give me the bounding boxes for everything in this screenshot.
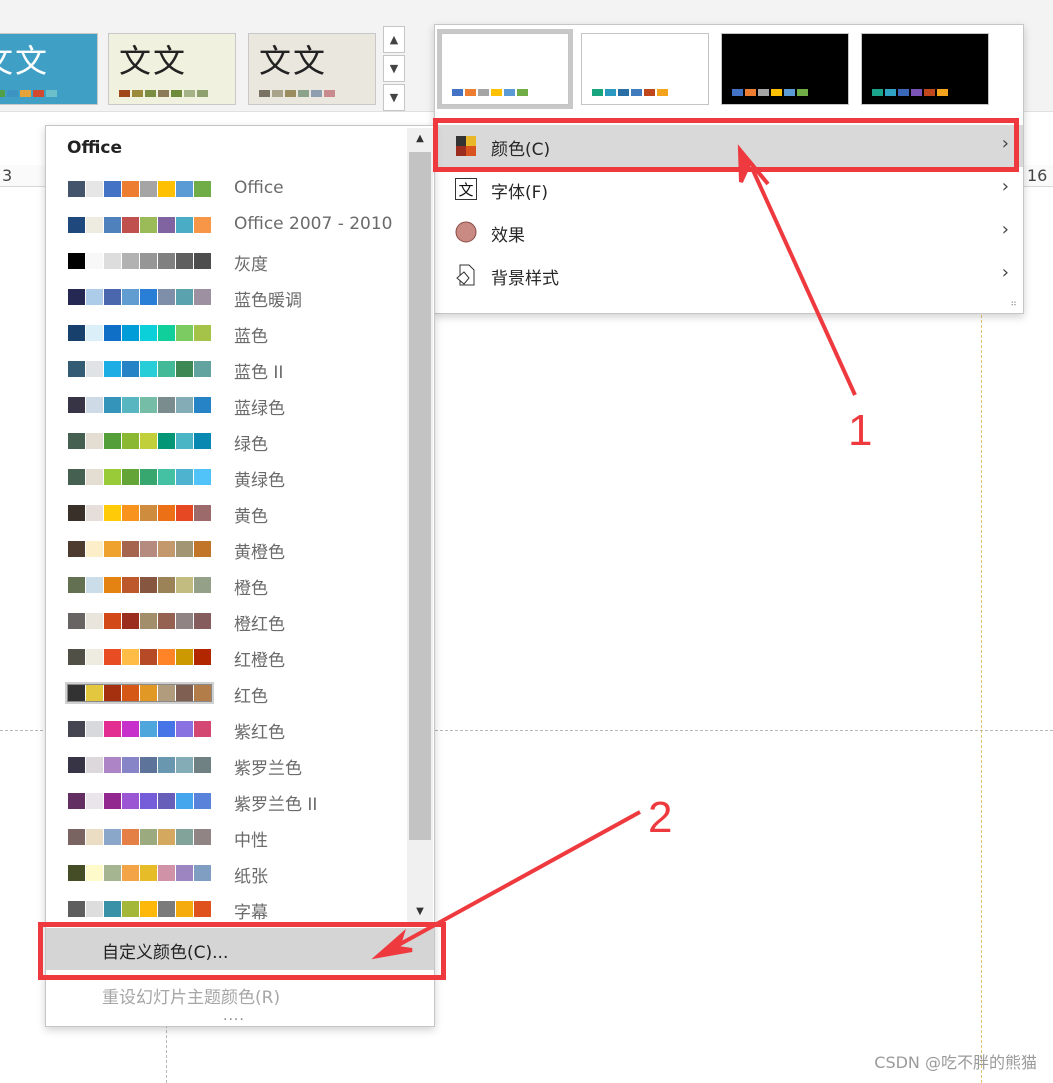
annotation-arrows bbox=[371, 144, 857, 960]
annotation-number-1: 1 bbox=[848, 406, 873, 455]
arrow-2-line bbox=[392, 810, 641, 950]
annotation-number-2: 2 bbox=[648, 793, 673, 842]
arrow-1-head bbox=[737, 144, 770, 186]
watermark: CSDN @吃不胖的熊猫 bbox=[874, 1053, 1037, 1072]
arrow-1-line bbox=[750, 167, 857, 396]
